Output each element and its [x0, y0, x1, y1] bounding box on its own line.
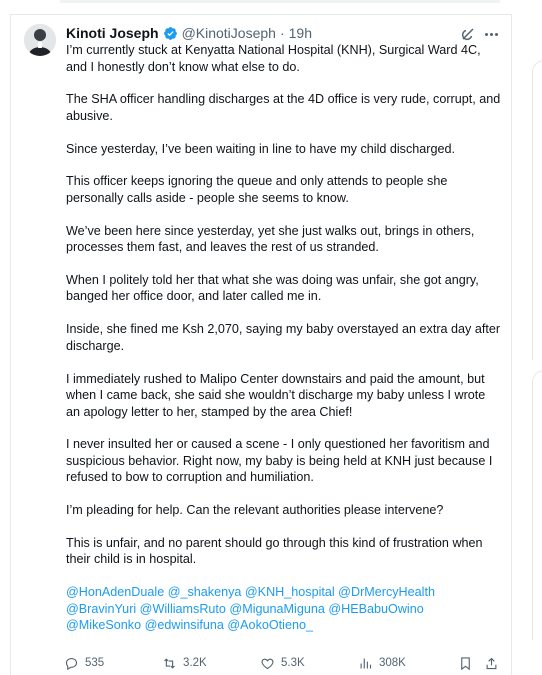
tweet-actions: 535 3.2K 5.3K 308K	[64, 653, 500, 673]
timestamp[interactable]: 19h	[289, 25, 312, 41]
author-name[interactable]: Kinoti Joseph	[66, 25, 159, 41]
grok-icon[interactable]	[460, 26, 476, 42]
verified-badge-icon	[163, 26, 178, 41]
tweet-paragraph: I never insulted her or caused a scene -…	[66, 437, 493, 485]
bookmark-button[interactable]	[458, 656, 473, 671]
tweet-paragraph: I’m pleading for help. Can the relevant …	[66, 503, 444, 518]
avatar[interactable]	[24, 24, 56, 56]
divider	[60, 0, 500, 3]
share-button[interactable]	[484, 656, 499, 671]
more-icon[interactable]	[482, 26, 500, 42]
sidebar-card-edge	[532, 370, 542, 640]
tweet-paragraph: When I politely told her that what she w…	[66, 272, 479, 304]
tweet-paragraph: The SHA officer handling discharges at t…	[66, 92, 501, 123]
tweet-header: Kinoti Joseph @KinotiJoseph · 19h	[66, 23, 496, 43]
reply-icon	[65, 657, 78, 670]
reply-button[interactable]: 535	[64, 656, 104, 671]
like-button[interactable]: 5.3K	[260, 656, 305, 671]
repost-icon	[164, 657, 175, 669]
tweet-paragraph: This officer keeps ignoring the queue an…	[66, 174, 448, 205]
tweet-paragraph: We’ve been here since yesterday, yet she…	[66, 223, 475, 255]
heart-icon	[261, 658, 274, 669]
repost-button[interactable]: 3.2K	[162, 656, 207, 671]
reply-count: 535	[85, 657, 105, 669]
share-icon	[486, 657, 497, 669]
sidebar-card-edge	[532, 60, 542, 360]
views-count: 308K	[379, 657, 406, 669]
repost-count: 3.2K	[183, 657, 207, 669]
page: Kinoti Joseph @KinotiJoseph · 19h I’m cu…	[0, 0, 542, 675]
tweet-paragraph: Inside, she fined me Ksh 2,070, saying m…	[66, 322, 501, 353]
bookmark-icon	[461, 656, 470, 670]
tweet-paragraph: Since yesterday, I’ve been waiting in li…	[66, 141, 455, 156]
tweet-paragraph: I’m currently stuck at Kenyatta National…	[66, 43, 481, 74]
views-icon	[360, 658, 372, 668]
tweet-paragraph: I immediately rushed to Malipo Center do…	[66, 371, 486, 419]
tweet-paragraph: This is unfair, and no parent should go …	[66, 535, 483, 567]
like-count: 5.3K	[281, 657, 305, 669]
mentions-links[interactable]: @HonAdenDuale @_shakenya @KNH_hospital @…	[66, 584, 502, 634]
author-handle[interactable]: @KinotiJoseph	[182, 25, 276, 41]
top-strip	[0, 0, 542, 8]
views-button[interactable]: 308K	[358, 656, 406, 671]
tweet-text: I’m currently stuck at Kenyatta National…	[66, 42, 502, 650]
separator: ·	[279, 25, 285, 41]
